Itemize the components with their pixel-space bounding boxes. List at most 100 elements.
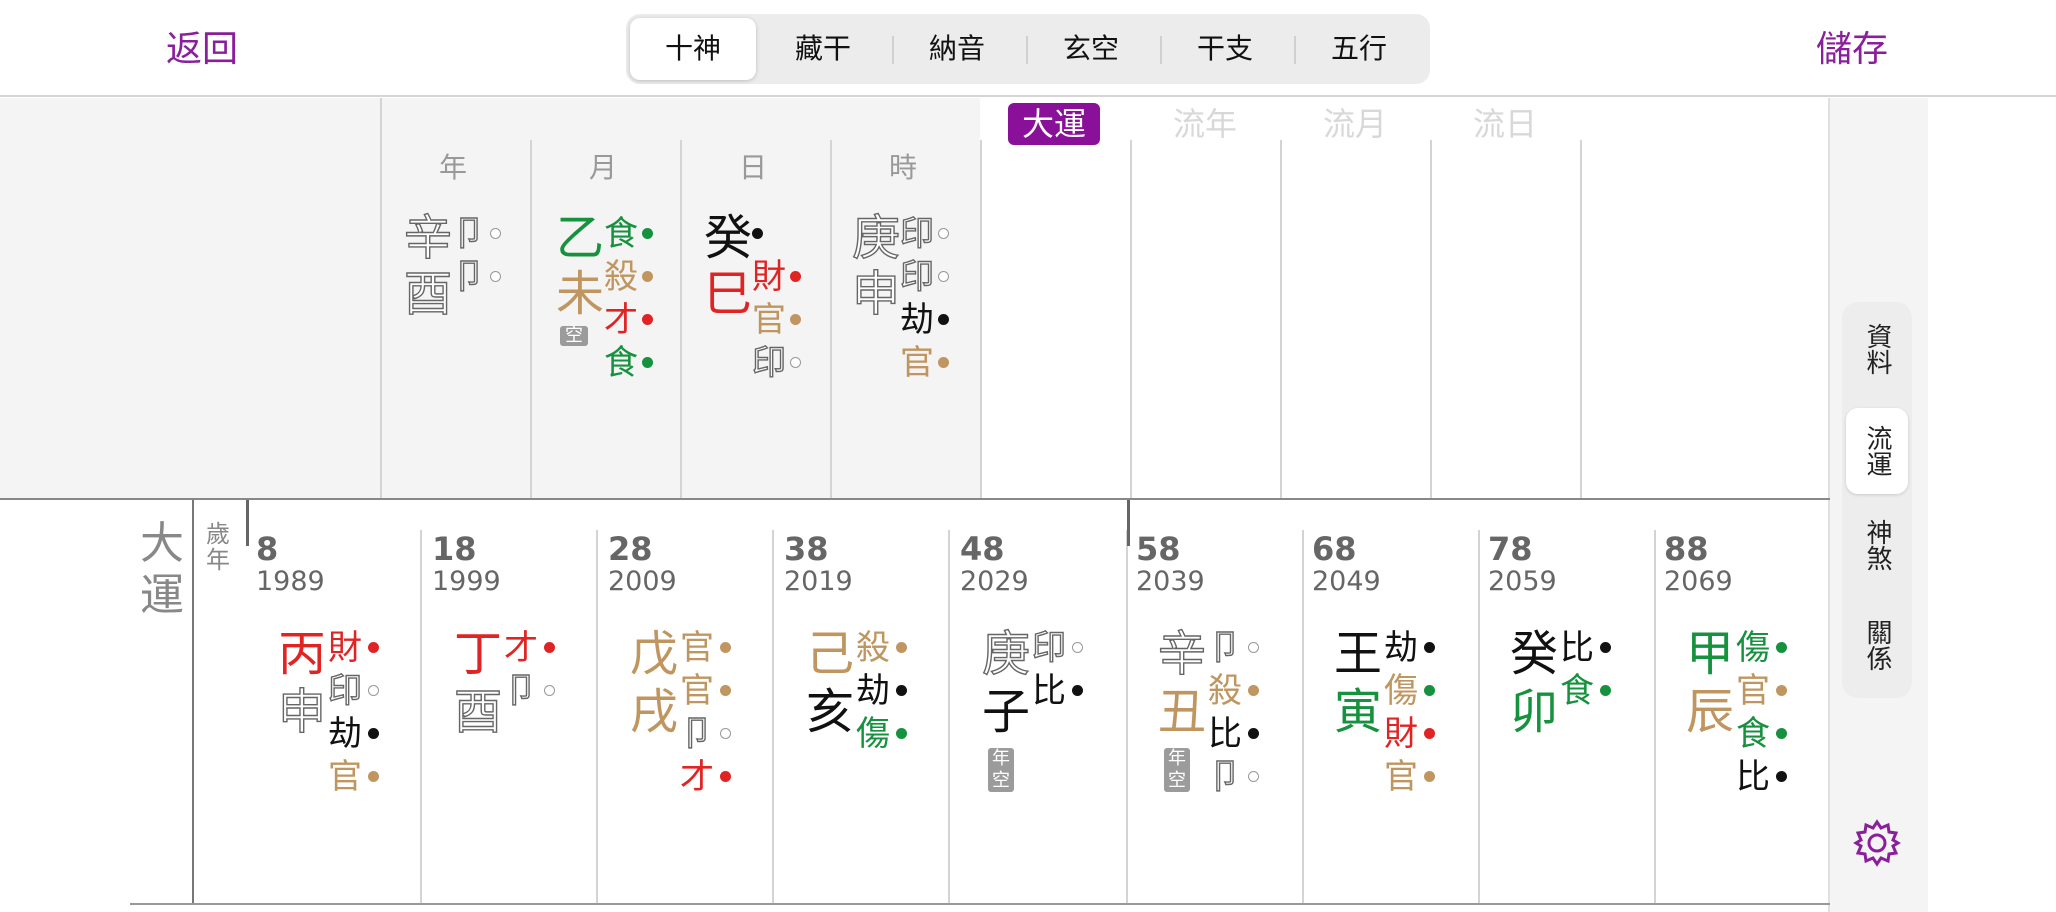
tag-dot xyxy=(1424,728,1435,739)
shishen-tag: 才 xyxy=(604,300,638,340)
dayun-branch: 子 xyxy=(982,684,1031,740)
pillar-stem: 辛 xyxy=(403,209,453,266)
side-item-shensha[interactable]: 神煞 xyxy=(1846,502,1908,588)
dayun-year: 2069 xyxy=(1664,566,1733,597)
shishen-tag: 官 xyxy=(680,671,714,711)
tab-xuankong[interactable]: 玄空 xyxy=(1028,18,1154,80)
tab-liunian[interactable]: 流年 xyxy=(1140,103,1270,145)
dayun-year: 2059 xyxy=(1488,566,1557,597)
tag-dot xyxy=(1776,728,1787,739)
tag-dot xyxy=(790,357,801,368)
tag-dot xyxy=(720,728,731,739)
header-hour: 時 xyxy=(888,151,917,184)
dayun-branch: 酉 xyxy=(453,683,503,740)
shishen-tag: 比 xyxy=(1032,671,1066,711)
tab-liuyue[interactable]: 流月 xyxy=(1290,103,1420,145)
dayun-age: 38 xyxy=(784,530,829,568)
dayun-stem: 王 xyxy=(1334,626,1383,682)
tag-dot xyxy=(1248,771,1259,782)
save-button[interactable]: 儲存 xyxy=(1816,26,1888,74)
shishen-tag: 傷 xyxy=(1384,671,1418,711)
tag-dot xyxy=(1776,771,1787,782)
tag-dot xyxy=(1248,728,1259,739)
tag-dot xyxy=(938,228,949,239)
shishen-tag: 官 xyxy=(1384,757,1418,797)
grid-line xyxy=(1654,530,1656,904)
dayun-stem: 甲 xyxy=(1686,626,1735,682)
shishen-tag: 官 xyxy=(900,343,934,383)
tab-wuxing[interactable]: 五行 xyxy=(1296,18,1422,80)
dayun-branch: 寅 xyxy=(1334,684,1383,740)
grid-line xyxy=(1280,140,1282,498)
dayun-stem: 辛 xyxy=(1157,625,1207,682)
shishen-tag: 卩 xyxy=(451,256,486,297)
tag-dot xyxy=(720,685,731,696)
tab-nayin[interactable]: 納音 xyxy=(894,18,1020,80)
shishen-tag: 殺 xyxy=(604,257,638,297)
grid-line xyxy=(830,140,832,498)
grid-line xyxy=(420,530,422,904)
tag-dot xyxy=(1248,642,1259,653)
dayun-branch: 申 xyxy=(277,683,327,740)
dayun-branch: 亥 xyxy=(806,684,855,740)
side-item-info[interactable]: 資料 xyxy=(1846,306,1908,392)
dayun-stem: 癸 xyxy=(1510,626,1559,682)
dayun-stem: 丁 xyxy=(454,626,503,682)
header-month: 月 xyxy=(588,151,617,184)
tag-dot xyxy=(896,685,907,696)
side-item-relations[interactable]: 關係 xyxy=(1846,602,1908,688)
gear-icon[interactable] xyxy=(1852,818,1902,868)
shishen-tag: 官 xyxy=(328,757,362,797)
dayun-stem: 庚 xyxy=(981,625,1031,682)
pillar-stem: 乙 xyxy=(556,210,605,266)
dayun-age: 28 xyxy=(608,530,653,568)
tag-dot xyxy=(1072,685,1083,696)
dayun-branch: 丑 xyxy=(1158,684,1207,740)
dayun-branch: 辰 xyxy=(1686,684,1735,740)
dayun-age: 18 xyxy=(432,530,477,568)
shishen-tag: 才 xyxy=(504,628,538,668)
tag-dot xyxy=(938,357,949,368)
tag-dot xyxy=(896,642,907,653)
grid-line xyxy=(1580,140,1582,498)
shishen-tag: 卩 xyxy=(503,670,538,711)
grid-line xyxy=(948,530,950,904)
tab-dayun[interactable]: 大運 xyxy=(1008,103,1100,145)
tag-dot xyxy=(720,771,731,782)
top-bar: 返回 十神 藏干 納音 玄空 干支 五行 儲存 xyxy=(0,0,2056,97)
tag-dot xyxy=(368,642,379,653)
grid-line xyxy=(1478,530,1480,904)
tab-shishen[interactable]: 十神 xyxy=(630,18,756,80)
shishen-tag: 殺 xyxy=(856,628,890,668)
tag-dot xyxy=(368,771,379,782)
dayun-year: 2009 xyxy=(608,566,677,597)
tag-dot xyxy=(368,728,379,739)
marker-line xyxy=(1127,500,1130,546)
pillar-stem: 庚 xyxy=(851,209,901,266)
back-button[interactable]: 返回 xyxy=(166,26,238,74)
grid-line xyxy=(1126,530,1128,904)
shishen-tag: 官 xyxy=(752,300,786,340)
pillar-branch: 酉 xyxy=(403,265,453,322)
section-divider xyxy=(0,498,1830,500)
tab-ganzhi[interactable]: 干支 xyxy=(1162,18,1288,80)
kong-badge: 年空 xyxy=(1164,748,1190,792)
shishen-tag: 比 xyxy=(1560,628,1594,668)
grid-line xyxy=(192,500,194,904)
header-day: 日 xyxy=(738,151,767,184)
shishen-tag: 印 xyxy=(751,342,786,383)
side-item-liuyun[interactable]: 流運 xyxy=(1846,408,1908,494)
header-year: 年 xyxy=(438,151,467,184)
segmented-tabs: 十神 藏干 納音 玄空 干支 五行 xyxy=(626,14,1430,84)
tab-canggan[interactable]: 藏干 xyxy=(760,18,886,80)
shishen-tag: 財 xyxy=(328,628,362,668)
tag-dot xyxy=(896,728,907,739)
tag-dot xyxy=(1424,642,1435,653)
grid-line xyxy=(596,530,598,904)
tag-dot xyxy=(544,642,555,653)
tag-dot xyxy=(938,271,949,282)
grid-line xyxy=(680,140,682,498)
tag-dot xyxy=(642,228,653,239)
shishen-tag: 食 xyxy=(604,214,638,254)
tab-liuri[interactable]: 流日 xyxy=(1440,103,1570,145)
